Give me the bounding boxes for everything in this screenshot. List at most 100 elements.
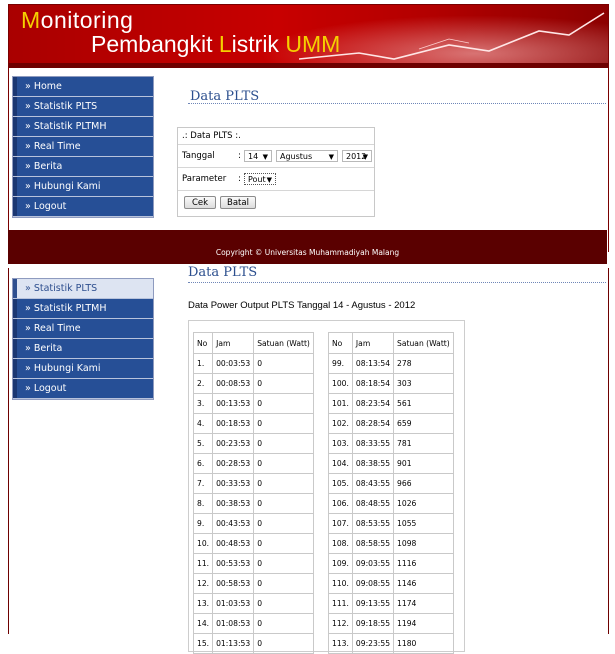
cell-satuan: 0 [253, 453, 314, 474]
cell-no: 15. [192, 633, 214, 654]
sidebar-item-hubungi-kami[interactable]: » Hubungi Kami [13, 359, 153, 379]
sidebar-item-logout[interactable]: » Logout [13, 197, 153, 217]
cell-jam: 00:23:53 [212, 433, 255, 454]
table-row: 99. 08:13:54 278 [328, 353, 454, 374]
cell-satuan: 0 [253, 373, 314, 394]
table-row: 3. 00:13:53 0 [192, 393, 314, 414]
cell-jam: 00:43:53 [212, 513, 255, 534]
table-row: 101. 08:23:54 561 [328, 393, 454, 414]
cell-satuan: 1174 [393, 593, 454, 614]
cell-satuan: 0 [253, 593, 314, 614]
table-row: 4. 00:18:53 0 [192, 413, 314, 434]
year-select[interactable]: 2012 ▼ [342, 150, 372, 162]
cell-no: 2. [192, 373, 214, 394]
cell-jam: 09:13:55 [351, 593, 395, 614]
cell-no: 3. [192, 393, 214, 414]
copyright-text: Copyright © Universitas Muhammadiyah Mal… [215, 248, 400, 257]
cell-no: 1. [192, 353, 214, 374]
cell-jam: 09:08:55 [351, 573, 395, 594]
cell-no: 101. [328, 393, 353, 414]
table-row: 100. 08:18:54 303 [328, 373, 454, 394]
cell-satuan: 901 [393, 453, 454, 474]
col-no-header: No [328, 332, 353, 354]
cell-satuan: 1180 [393, 633, 454, 654]
cell-satuan: 0 [253, 633, 314, 654]
cell-no: 104. [328, 453, 353, 474]
cell-no: 112. [328, 613, 353, 634]
cell-jam: 00:28:53 [212, 453, 255, 474]
sidebar-item-hubungi-kami[interactable]: » Hubungi Kami [13, 177, 153, 197]
cell-satuan: 1055 [393, 513, 454, 534]
filter-form: .: Data PLTS :. Tanggal : 14 ▼ Agustus ▼ 2… [177, 127, 375, 217]
cell-satuan: 0 [253, 493, 314, 514]
cell-jam: 00:33:53 [212, 473, 255, 494]
data-tables-box: No Jam Satuan (Watt) 1. 00:03:53 0 2. 00:08:… [188, 320, 465, 654]
table-row: 12. 00:58:53 0 [192, 573, 314, 594]
cell-satuan: 0 [253, 553, 314, 574]
parameter-colon: : [238, 174, 241, 184]
cell-jam: 00:13:53 [212, 393, 255, 414]
cell-jam: 08:18:54 [351, 373, 395, 394]
cell-satuan: 659 [393, 413, 454, 434]
cell-no: 4. [192, 413, 214, 434]
batal-button[interactable]: Batal [220, 196, 256, 209]
cell-satuan: 1194 [393, 613, 454, 634]
page-title: Data PLTS [188, 265, 258, 280]
month-select[interactable]: Agustus ▼ [276, 150, 338, 162]
sidebar-item-home[interactable]: » Home [13, 77, 153, 97]
cell-jam: 08:33:55 [351, 433, 395, 454]
table-row: 102. 08:28:54 659 [328, 413, 454, 434]
cell-jam: 08:23:54 [351, 393, 395, 414]
frame-right-border [608, 268, 609, 634]
cell-jam: 08:28:54 [351, 413, 395, 434]
parameter-select[interactable]: Pout ▼ [244, 173, 276, 185]
lightning-icon [299, 12, 605, 60]
sidebar-item-berita[interactable]: » Berita [13, 157, 153, 177]
cell-satuan: 781 [393, 433, 454, 454]
cell-jam: 00:38:53 [212, 493, 255, 514]
cell-no: 6. [192, 453, 214, 474]
cell-satuan: 0 [253, 353, 314, 374]
table-row: 11. 00:53:53 0 [192, 553, 314, 574]
sidebar-item-berita[interactable]: » Berita [13, 339, 153, 359]
sidebar-item-real-time[interactable]: » Real Time [13, 319, 153, 339]
sidebar-item-logout[interactable]: » Logout [13, 379, 153, 399]
cell-no: 110. [328, 573, 353, 594]
cek-button[interactable]: Cek [184, 196, 216, 209]
data-table-left: No Jam Satuan (Watt) 1. 00:03:53 0 2. 00:08:… [192, 332, 314, 654]
cell-jam: 09:18:55 [351, 613, 395, 634]
table-row: 1. 00:03:53 0 [192, 353, 314, 374]
sidebar-item-statistik-plts[interactable]: » Statistik PLTS [13, 279, 153, 299]
cell-satuan: 0 [253, 393, 314, 414]
cell-jam: 08:48:55 [351, 493, 395, 514]
sidebar-item-statistik-pltmh[interactable]: » Statistik PLTMH [13, 117, 153, 137]
sidebar-menu: » Home » Statistik PLTS » Statistik PLTM… [12, 76, 154, 218]
chevron-down-icon: ▼ [266, 176, 272, 184]
cell-jam: 08:53:55 [351, 513, 395, 534]
top-screenshot: Monitoring Pembangkit Listrik UMM » Home… [0, 0, 615, 264]
cell-no: 113. [328, 633, 353, 654]
table-row: 105. 08:43:55 966 [328, 473, 454, 494]
sidebar-item-real-time[interactable]: » Real Time [13, 137, 153, 157]
cell-no: 5. [192, 433, 214, 454]
cell-no: 11. [192, 553, 214, 574]
sidebar-item-statistik-pltmh[interactable]: » Statistik PLTMH [13, 299, 153, 319]
cell-jam: 00:08:53 [212, 373, 255, 394]
table-row: 15. 01:13:53 0 [192, 633, 314, 654]
cell-no: 105. [328, 473, 353, 494]
cell-no: 14. [192, 613, 214, 634]
sidebar-item-statistik-plts[interactable]: » Statistik PLTS [13, 97, 153, 117]
table-row: 111. 09:13:55 1174 [328, 593, 454, 614]
cell-jam: 01:13:53 [212, 633, 255, 654]
cell-satuan: 0 [253, 513, 314, 534]
cell-jam: 00:53:53 [212, 553, 255, 574]
table-row: 7. 00:33:53 0 [192, 473, 314, 494]
cell-jam: 00:03:53 [212, 353, 255, 374]
cell-satuan: 0 [253, 533, 314, 554]
cell-no: 10. [192, 533, 214, 554]
cell-jam: 09:03:55 [351, 553, 395, 574]
form-title-row: .: Data PLTS :. [178, 128, 374, 145]
day-select[interactable]: 14 ▼ [244, 150, 272, 162]
col-no-header: No [192, 332, 214, 354]
table-header-row: No Jam Satuan (Watt) [192, 332, 314, 354]
